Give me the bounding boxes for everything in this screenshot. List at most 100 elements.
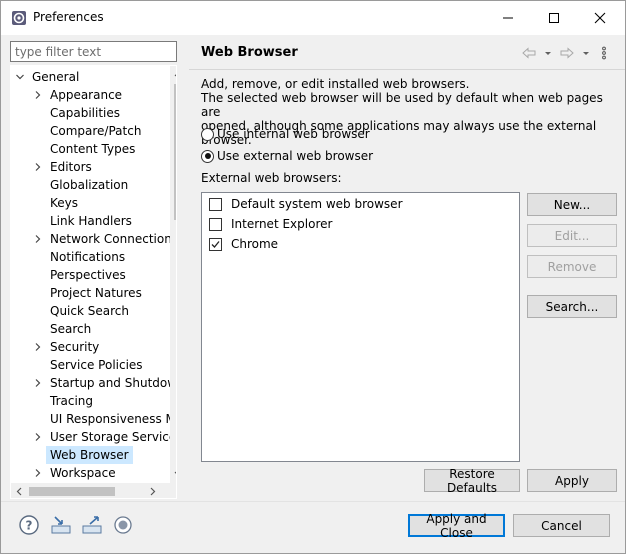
forward-arrow-icon[interactable]	[559, 45, 575, 61]
filter-input[interactable]	[10, 41, 177, 62]
scroll-up-icon[interactable]	[174, 70, 177, 79]
view-menu-icon[interactable]	[599, 45, 615, 61]
tree-vertical-scrollbar[interactable]	[170, 66, 177, 483]
list-item[interactable]: Internet Explorer	[209, 215, 332, 233]
back-arrow-icon[interactable]	[521, 45, 537, 61]
checkmark-icon	[211, 240, 220, 248]
radio-button-checked[interactable]	[201, 149, 214, 163]
forward-dropdown-icon[interactable]	[581, 45, 597, 61]
tree-item-label: Project Natures	[50, 286, 142, 300]
scroll-down-icon[interactable]	[174, 469, 177, 478]
record-icon[interactable]	[112, 514, 134, 536]
tree-item[interactable]: User Storage Service	[11, 428, 176, 446]
tree-item-label: Search	[50, 322, 92, 336]
chevron-right-icon[interactable]	[33, 432, 43, 442]
tree-item[interactable]: Workspace	[11, 464, 170, 482]
close-button[interactable]	[577, 1, 623, 35]
horizontal-scroll-thumb[interactable]	[29, 487, 115, 496]
title-bar[interactable]: Preferences	[1, 1, 625, 35]
tree-item[interactable]: Service Policies	[11, 356, 170, 374]
tree-horizontal-scrollbar[interactable]	[11, 483, 170, 498]
search-button[interactable]: Search...	[527, 295, 617, 318]
radio-external-browser[interactable]: Use external web browser	[201, 147, 373, 165]
close-icon	[594, 12, 606, 24]
tree-item-label: Web Browser	[46, 446, 133, 464]
page-title: Web Browser	[201, 45, 298, 60]
header-separator	[189, 69, 625, 70]
export-icon[interactable]	[81, 514, 103, 536]
tree-item[interactable]: Capabilities	[11, 104, 170, 122]
tree-item-label: Quick Search	[50, 304, 129, 318]
tree-item-label: User Storage Service	[50, 430, 177, 444]
minimize-icon	[503, 17, 513, 19]
chevron-down-icon[interactable]	[15, 72, 25, 82]
tree-item[interactable]: UI Responsiveness Monitoring	[11, 410, 176, 428]
apply-and-close-button[interactable]: Apply and Close	[408, 512, 505, 540]
chevron-right-icon[interactable]	[33, 378, 43, 388]
browser-label: Default system web browser	[231, 197, 403, 211]
maximize-button[interactable]	[531, 1, 577, 35]
chevron-right-icon[interactable]	[33, 468, 43, 478]
scroll-thumb[interactable]	[174, 84, 176, 220]
chevron-right-icon[interactable]	[33, 234, 43, 244]
description-line: Add, remove, or edit installed web brows…	[201, 77, 470, 91]
tree-item[interactable]: Link Handlers	[11, 212, 170, 230]
tree-item-label: Capabilities	[50, 106, 120, 120]
radio-label: Use internal web browser	[217, 127, 370, 141]
remove-button[interactable]: Remove	[527, 255, 617, 278]
tree-item[interactable]: Appearance	[11, 86, 170, 104]
new-button[interactable]: New...	[527, 193, 617, 216]
preferences-tree[interactable]: General Appearance Capabilities Compare/Pat…	[10, 65, 177, 499]
tree-item-label: Editors	[50, 160, 92, 174]
tree-item-label: Compare/Patch	[50, 124, 142, 138]
tree-item-label: UI Responsiveness Monitoring	[50, 412, 176, 426]
tree-item[interactable]: Perspectives	[11, 266, 170, 284]
page-header: Web Browser	[189, 37, 625, 69]
tree-item[interactable]: Startup and Shutdown	[11, 374, 176, 392]
tree-item[interactable]: General	[11, 68, 170, 86]
list-item[interactable]: Default system web browser	[209, 195, 403, 213]
cancel-button[interactable]: Cancel	[513, 514, 610, 537]
tree-item[interactable]: Quick Search	[11, 302, 170, 320]
browser-label: Chrome	[231, 237, 279, 251]
external-browsers-label: External web browsers:	[201, 171, 342, 185]
external-browsers-list[interactable]: Default system web browser Internet Expl…	[201, 192, 520, 462]
tree-item[interactable]: Editors	[11, 158, 170, 176]
tree-item[interactable]: Project Natures	[11, 284, 170, 302]
tree-item-label: Keys	[50, 196, 79, 210]
tree-item[interactable]: Notifications	[11, 248, 170, 266]
tree-item[interactable]: Search	[11, 320, 170, 338]
description-line: The selected web browser will be used by…	[201, 91, 603, 119]
help-icon[interactable]: ?	[18, 514, 40, 536]
checkbox-checked[interactable]	[209, 237, 222, 251]
tree-item[interactable]: Globalization	[11, 176, 170, 194]
tree-item-label: Notifications	[50, 250, 126, 264]
tree-item[interactable]: Network Connections	[11, 230, 176, 248]
chevron-right-icon[interactable]	[33, 90, 43, 100]
chevron-right-icon[interactable]	[33, 342, 43, 352]
tree-item-label: Security	[50, 340, 100, 354]
minimize-button[interactable]	[485, 1, 531, 35]
tree-item[interactable]: Web Browser	[11, 446, 170, 464]
checkbox-unchecked[interactable]	[209, 217, 222, 231]
apply-button[interactable]: Apply	[527, 469, 617, 492]
tree-item[interactable]: Keys	[11, 194, 170, 212]
tree-item[interactable]: Content Types	[11, 140, 170, 158]
window-title: Preferences	[33, 10, 104, 24]
tree-item[interactable]: Compare/Patch	[11, 122, 170, 140]
restore-defaults-button[interactable]: Restore Defaults	[424, 467, 520, 495]
import-icon[interactable]	[50, 514, 72, 536]
scroll-left-icon[interactable]	[15, 487, 24, 496]
edit-button[interactable]: Edit...	[527, 224, 617, 247]
tree-item[interactable]: Security	[11, 338, 170, 356]
tree-item-label: Perspectives	[50, 268, 126, 282]
checkbox-unchecked[interactable]	[209, 197, 222, 211]
tree-item-label: Startup and Shutdown	[50, 376, 177, 390]
chevron-right-icon[interactable]	[33, 162, 43, 172]
radio-internal-browser[interactable]: Use internal web browser	[201, 125, 370, 143]
radio-button-unchecked[interactable]	[201, 127, 214, 141]
scroll-right-icon[interactable]	[148, 487, 157, 496]
back-dropdown-icon[interactable]	[543, 45, 559, 61]
list-item[interactable]: Chrome	[209, 235, 278, 253]
tree-item[interactable]: Tracing	[11, 392, 170, 410]
